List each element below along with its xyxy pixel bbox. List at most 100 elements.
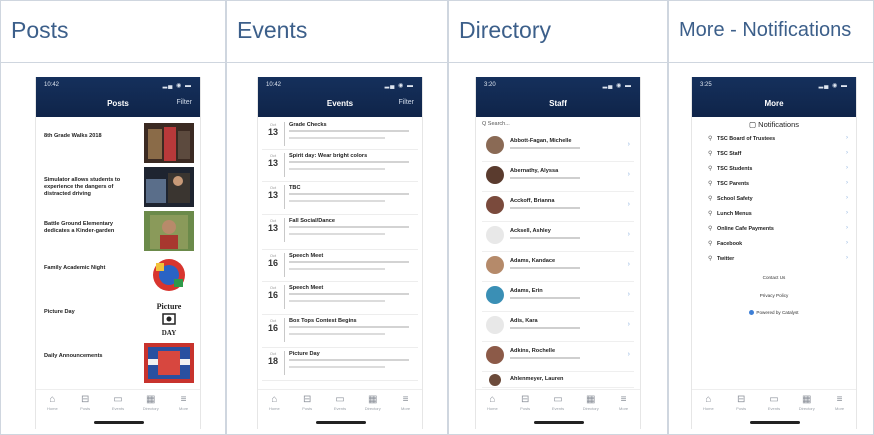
status-icons: ▂▄ ◉ ▬ [818, 83, 848, 89]
section-title: Notifications [758, 120, 800, 129]
link-icon: ⚲ [708, 226, 713, 232]
post-item[interactable]: Battle Ground Elementary dedicates a Kin… [44, 209, 194, 253]
tab-bar: ⌂ Home ⊟ Posts ▭ Events ▦ Directory ≡ More [36, 389, 200, 415]
event-item[interactable]: Oct 16 Speech Meet [262, 250, 418, 282]
tab-posts[interactable]: ⊟ Posts [730, 394, 752, 411]
tab-directory[interactable]: ▦ Directory [362, 394, 384, 411]
event-item[interactable]: Oct 18 Picture Day [262, 348, 418, 381]
powered-by[interactable]: Powered by Catalyst [692, 310, 856, 316]
person-role [510, 297, 580, 299]
tab-label: More [179, 406, 189, 411]
status-time: 10:42 [266, 82, 282, 88]
tab-home[interactable]: ⌂ Home [697, 394, 719, 411]
event-location-text [289, 366, 385, 368]
inbox-icon: ⊟ [736, 394, 746, 405]
directory-person[interactable]: Abernathy, Alyssa › [482, 162, 634, 192]
home-icon: ⌂ [271, 394, 278, 405]
tab-events[interactable]: ▭ Events [329, 394, 351, 411]
tab-posts[interactable]: ⊟ Posts [296, 394, 318, 411]
tab-events[interactable]: ▭ Events [107, 394, 129, 411]
chevron-right-icon: › [846, 165, 848, 171]
avatar [486, 256, 504, 274]
event-day: 16 [267, 258, 278, 268]
tab-home[interactable]: ⌂ Home [481, 394, 503, 411]
event-item[interactable]: Oct 13 Fall Social/Dance [262, 215, 418, 250]
link-item[interactable]: ⚲ Lunch Menus › [708, 208, 848, 223]
link-item[interactable]: ⚲ TSC Board of Trustees › [708, 133, 848, 148]
tab-directory[interactable]: ▦ Directory [140, 394, 162, 411]
chevron-right-icon: › [627, 231, 630, 238]
tab-more[interactable]: ≡ More [613, 394, 635, 411]
home-indicator [94, 421, 144, 424]
filter-button[interactable]: Filter [176, 99, 192, 106]
tab-label: More [619, 406, 629, 411]
tab-home[interactable]: ⌂ Home [263, 394, 285, 411]
directory-icon: ▦ [802, 394, 812, 405]
event-item[interactable]: Oct 16 Box Tops Contest Begins [262, 315, 418, 348]
directory-person[interactable]: Adams, Erin › [482, 282, 634, 312]
directory-person[interactable]: Adis, Kara › [482, 312, 634, 342]
tab-bar: ⌂ Home ⊟ Posts ▭ Events ▦ Directory ≡ More [258, 389, 422, 415]
link-item[interactable]: ⚲ TSC Staff › [708, 148, 848, 163]
link-icon: ⚲ [708, 151, 713, 157]
tab-directory[interactable]: ▦ Directory [796, 394, 818, 411]
tab-posts[interactable]: ⊟ Posts [514, 394, 536, 411]
contact-us-link[interactable]: Contact Us [692, 275, 856, 280]
tab-label: Directory [582, 406, 599, 411]
home-indicator [316, 421, 366, 424]
filter-button[interactable]: Filter [398, 99, 414, 106]
tab-events[interactable]: ▭ Events [547, 394, 569, 411]
event-item[interactable]: Oct 13 TBC [262, 182, 418, 215]
link-item[interactable]: ⚲ Twitter › [708, 253, 848, 268]
privacy-policy-link[interactable]: Privacy Policy [692, 293, 856, 298]
tab-events[interactable]: ▭ Events [763, 394, 785, 411]
directory-person[interactable]: Adkins, Rochelle › [482, 342, 634, 372]
thumb-text-picture: Picture [157, 302, 182, 311]
status-icons: ▂▄ ◉ ▬ [602, 83, 632, 89]
event-item[interactable]: Oct 16 Speech Meet [262, 282, 418, 315]
event-time-text [289, 359, 409, 361]
directory-person[interactable]: Abbott-Fagan, Michelle › [482, 132, 634, 162]
post-item[interactable]: 8th Grade Walks 2018 [44, 121, 194, 165]
post-item[interactable]: Daily Announcements [44, 341, 194, 385]
chevron-right-icon: › [846, 210, 848, 216]
phone-more: 3:25 ▂▄ ◉ ▬ More ▢ Notifications ⚲ TSC Bo… [691, 77, 857, 429]
tab-more[interactable]: ≡ More [829, 394, 851, 411]
event-title: Grade Checks [289, 122, 327, 128]
event-date: Oct 13 [266, 153, 280, 168]
search-input[interactable]: Q Search... [482, 121, 510, 127]
link-label: TSC Staff [717, 151, 742, 157]
link-item[interactable]: ⚲ TSC Parents › [708, 178, 848, 193]
tab-label: Posts [302, 406, 313, 411]
divider [284, 351, 285, 375]
event-item[interactable]: Oct 13 Spirit day: Wear bright colors [262, 150, 418, 182]
directory-person[interactable]: Ahlenmeyer, Lauren [482, 372, 634, 388]
link-label: Online Cafe Payments [717, 226, 774, 232]
link-item[interactable]: ⚲ School Safety › [708, 193, 848, 208]
chevron-right-icon: › [846, 255, 848, 261]
directory-person[interactable]: Adams, Kandace › [482, 252, 634, 282]
tab-more[interactable]: ≡ More [173, 394, 195, 411]
tab-more[interactable]: ≡ More [395, 394, 417, 411]
event-day: 13 [267, 158, 278, 168]
post-thumbnail: Picture DAY [144, 299, 194, 339]
post-item[interactable]: Picture Day Picture DAY [44, 297, 194, 341]
tab-directory[interactable]: ▦ Directory [580, 394, 602, 411]
tab-label: Events [767, 406, 781, 411]
tab-label: Directory [364, 406, 381, 411]
event-item[interactable]: Oct 13 Grade Checks [262, 119, 418, 150]
directory-person[interactable]: Acksell, Ashley › [482, 222, 634, 252]
phone-posts: 10:42 ▂▄ ◉ ▬ Posts Filter 8th Grade Walk… [35, 77, 201, 429]
link-item[interactable]: ⚲ Facebook › [708, 238, 848, 253]
tab-home[interactable]: ⌂ Home [41, 394, 63, 411]
panel-title: Posts [11, 17, 69, 43]
link-item[interactable]: ⚲ Online Cafe Payments › [708, 223, 848, 238]
event-date: Oct 16 [266, 253, 280, 268]
app-bar: 3:20 ▂▄ ◉ ▬ Staff [476, 77, 640, 117]
post-item[interactable]: Simulator allows students to experience … [44, 165, 194, 209]
directory-person[interactable]: Acckoff, Brianna › [482, 192, 634, 222]
post-item[interactable]: Family Academic Night [44, 253, 194, 297]
post-title: Battle Ground Elementary dedicates a Kin… [44, 221, 115, 234]
tab-posts[interactable]: ⊟ Posts [74, 394, 96, 411]
link-item[interactable]: ⚲ TSC Students › [708, 163, 848, 178]
